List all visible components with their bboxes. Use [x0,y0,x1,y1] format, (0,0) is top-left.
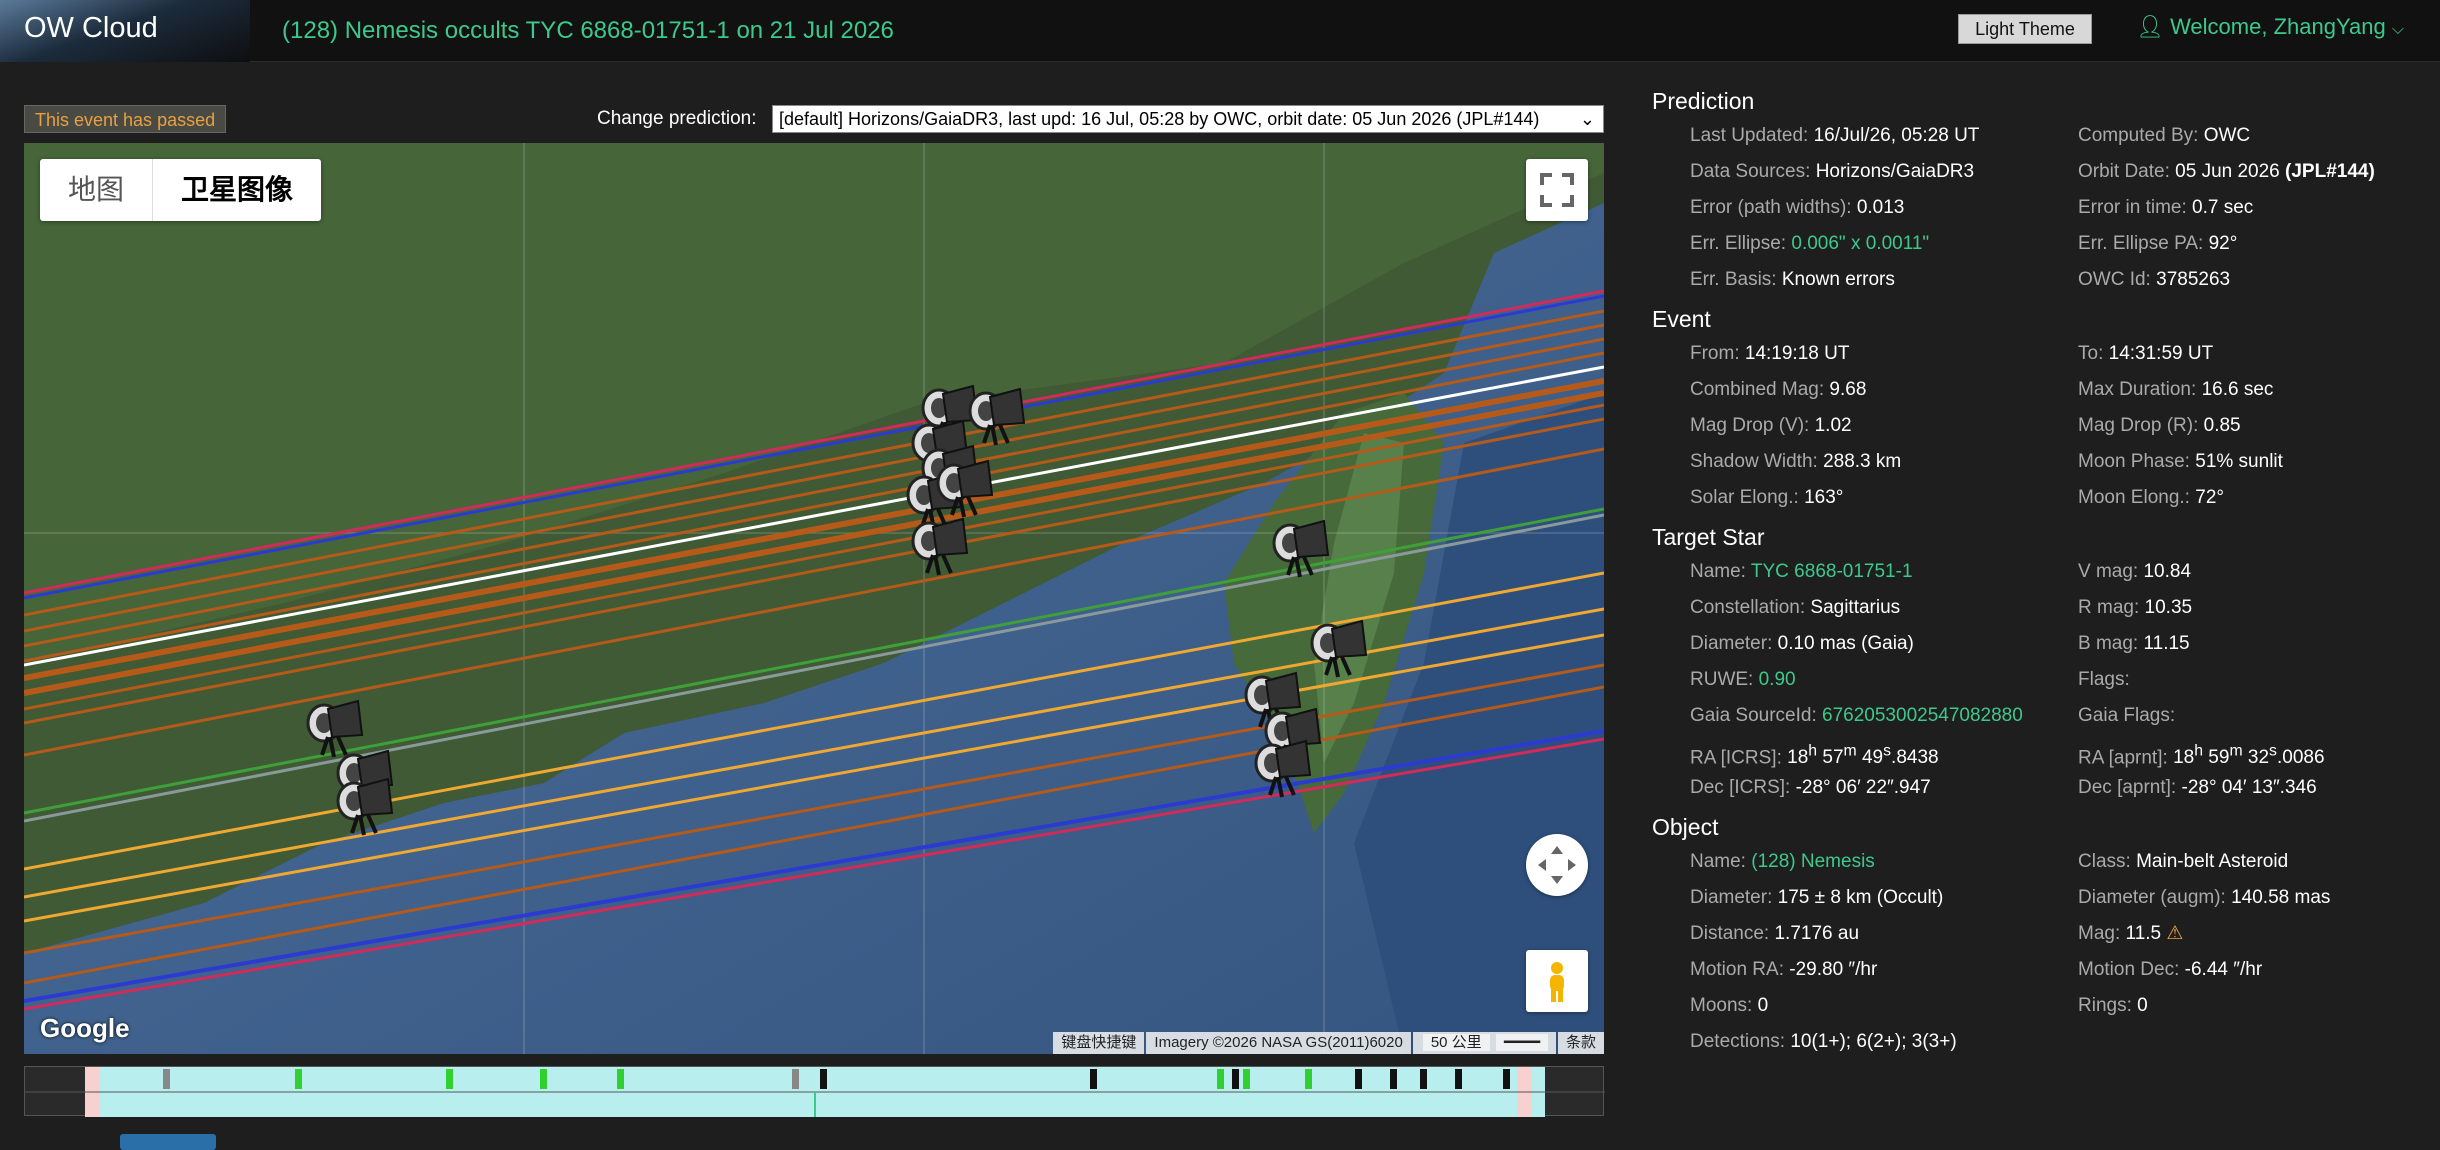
brand-logo[interactable]: OW Cloud [0,0,250,62]
google-logo: Google [40,1013,130,1043]
object-diameter: Diameter: 175 ± 8 km (Occult) [1690,887,1944,908]
star-name: Name: TYC 6868-01751-1 [1690,561,1913,582]
event-to: To: 14:31:59 UT [2078,343,2214,364]
ra-apparent: RA [aprnt]: 18h 59m 32s.0086 [2078,743,2325,769]
object-name: Name: (128) Nemesis [1690,851,1875,872]
event-grid: From: 14:19:18 UT To: 14:31:59 UT Combin… [1652,336,2422,516]
object-moons: Moons: 0 [1690,995,1769,1016]
motion-ra: Motion RA: -29.80 ″/hr [1690,959,1878,980]
map-type-control: 地图 卫星图像 [40,159,322,221]
brand-text: OW Cloud [24,12,158,44]
timeline-chart [25,1067,1605,1117]
fullscreen-button[interactable] [1526,159,1588,221]
moon-phase: Moon Phase: 51% sunlit [2078,451,2283,472]
map-attribution: 键盘快捷键 Imagery ©2026 NASA GS(2011)6020 50… [1051,1032,1604,1054]
event-title: (128) Nemesis occults TYC 6868-01751-1 o… [282,17,894,44]
orbit-date: Orbit Date: 05 Jun 2026 (JPL#144) [2078,161,2375,182]
chevron-down-icon: ⌵ [2391,21,2404,38]
fullscreen-icon [1540,173,1574,207]
error-path-widths: Error (path widths): 0.013 [1690,197,1905,218]
target-grid: Name: TYC 6868-01751-1 V mag: 10.84 Cons… [1652,554,2422,806]
prediction-select-value: [default] Horizons/GaiaDR3, last upd: 16… [779,109,1540,129]
last-updated: Last Updated: 16/Jul/26, 05:28 UT [1690,125,1980,146]
prediction-section-title: Prediction [1652,88,1755,114]
data-sources: Data Sources: Horizons/GaiaDR3 [1690,161,1975,182]
pan-control[interactable] [1526,834,1588,896]
error-ellipse-pa: Err. Ellipse PA: 92° [2078,233,2238,254]
solar-elongation: Solar Elong.: 163° [1690,487,1844,508]
object-rings: Rings: 0 [2078,995,2148,1016]
mag-drop-v: Mag Drop (V): 1.02 [1690,415,1852,436]
map-canvas[interactable] [24,143,1604,1054]
top-bar: OW Cloud (128) Nemesis occults TYC 6868-… [0,0,2440,62]
imagery-credit: Imagery ©2026 NASA GS(2011)6020 [1146,1032,1411,1054]
target-section-title: Target Star [1652,524,1765,550]
warning-icon[interactable]: ⚠ [2166,923,2183,944]
combined-mag: Combined Mag: 9.68 [1690,379,1867,400]
keyboard-shortcuts-link[interactable]: 键盘快捷键 [1053,1032,1145,1054]
dec-apparent: Dec [aprnt]: -28° 04′ 13″.346 [2078,777,2317,798]
welcome-text: Welcome, ZhangYang [2170,14,2386,39]
map-type-satellite-button[interactable]: 卫星图像 [152,159,321,221]
object-class: Class: Main-belt Asteroid [2078,851,2289,872]
terms-link[interactable]: 条款 [1557,1032,1604,1054]
gaia-flags: Gaia Flags: [2078,705,2176,726]
object-section-title: Object [1652,814,1719,840]
moon-elongation: Moon Elong.: 72° [2078,487,2224,508]
event-from: From: 14:19:18 UT [1690,343,1850,364]
pan-arrows-icon [1538,846,1576,884]
pegman-icon [1550,962,1564,1002]
ra-icrs: RA [ICRS]: 18h 57m 49s.8438 [1690,743,1939,769]
object-distance: Distance: 1.7176 au [1690,923,1860,944]
event-passed-badge: This event has passed [24,105,227,133]
event-timeline[interactable] [24,1066,1605,1117]
max-duration: Max Duration: 16.6 sec [2078,379,2274,400]
street-view-pegman[interactable] [1526,950,1588,1012]
map-type-map-button[interactable]: 地图 [40,159,152,221]
user-menu[interactable]: 👤︎ Welcome, ZhangYang ⌵ [2136,14,2404,40]
error-ellipse-link[interactable]: 0.006" x 0.0011" [1791,233,1929,254]
ruwe-link[interactable]: 0.90 [1759,669,1796,690]
mag-drop-r: Mag Drop (R): 0.85 [2078,415,2241,436]
constellation: Constellation: Sagittarius [1690,597,1901,618]
owc-id: OWC Id: 3785263 [2078,269,2231,290]
error-basis: Err. Basis: Known errors [1690,269,1895,290]
star-r-mag: R mag: 10.35 [2078,597,2193,618]
scale-bar-icon: ━━━━ [1495,1034,1548,1051]
error-in-time: Error in time: 0.7 sec [2078,197,2254,218]
prediction-select[interactable]: [default] Horizons/GaiaDR3, last upd: 16… [772,105,1604,133]
object-name-link[interactable]: (128) Nemesis [1751,851,1875,872]
star-b-mag: B mag: 11.15 [2078,633,2190,654]
details-panel: Prediction Last Updated: 16/Jul/26, 05:2… [1652,82,2422,1060]
map-view[interactable]: 地图 卫星图像 Google 键盘快捷键 Imagery ©2026 NASA … [24,143,1604,1054]
star-name-link[interactable]: TYC 6868-01751-1 [1751,561,1913,582]
footer-badge[interactable] [120,1134,216,1150]
object-mag: Mag: 11.5 ⚠ [2078,923,2184,944]
change-prediction-label: Change prediction: [597,108,757,129]
object-grid: Name: (128) Nemesis Class: Main-belt Ast… [1652,844,2422,1060]
object-diameter-augm: Diameter (augm): 140.58 mas [2078,887,2331,908]
map-scale-label: 50 公里 [1422,1034,1490,1051]
event-section-title: Event [1652,306,1711,332]
shadow-width: Shadow Width: 288.3 km [1690,451,1902,472]
light-theme-button[interactable]: Light Theme [1958,14,2092,44]
star-diameter: Diameter: 0.10 mas (Gaia) [1690,633,1914,654]
star-flags: Flags: [2078,669,2130,690]
gaia-source-id: Gaia SourceId: 6762053002547082880 [1690,705,2023,726]
chevron-down-icon: ⌄ [1579,109,1595,129]
computed-by: Computed By: OWC [2078,125,2251,146]
dec-icrs: Dec [ICRS]: -28° 06′ 22″.947 [1690,777,1931,798]
map-scale[interactable]: 50 公里 ━━━━ [1412,1032,1556,1054]
gaia-source-link[interactable]: 6762053002547082880 [1822,705,2023,726]
user-icon: 👤︎ [2136,14,2164,39]
object-detections: Detections: 10(1+); 6(2+); 3(3+) [1690,1031,1957,1052]
error-ellipse: Err. Ellipse: 0.006" x 0.0011" [1690,233,1930,254]
ruwe: RUWE: 0.90 [1690,669,1796,690]
prediction-grid: Last Updated: 16/Jul/26, 05:28 UT Comput… [1652,118,2422,298]
star-v-mag: V mag: 10.84 [2078,561,2192,582]
motion-dec: Motion Dec: -6.44 ″/hr [2078,959,2263,980]
